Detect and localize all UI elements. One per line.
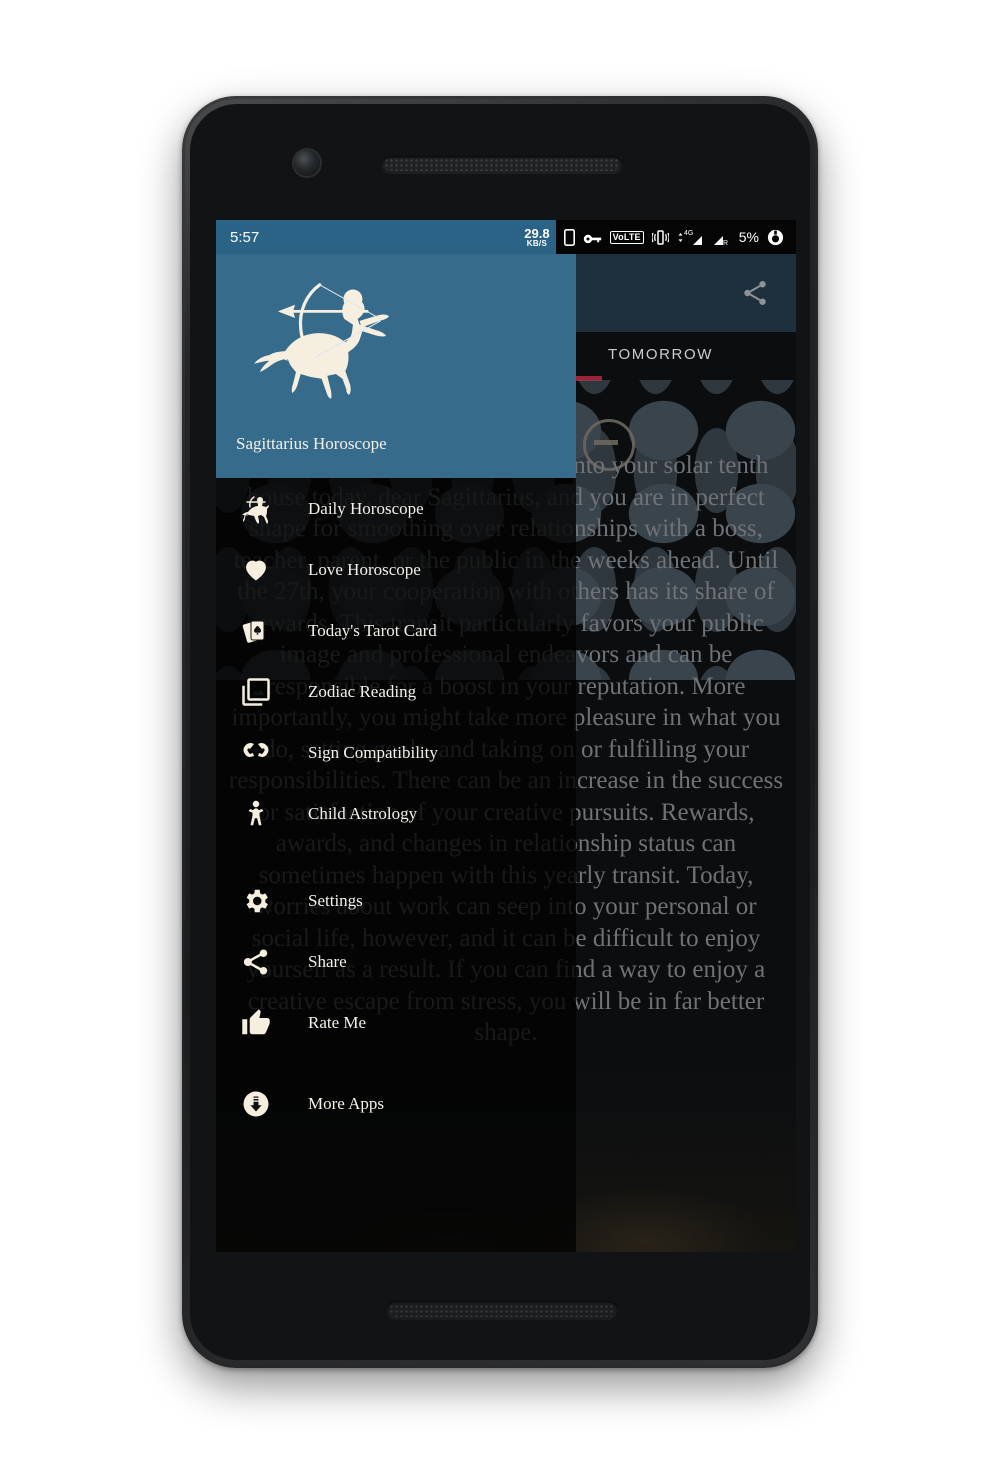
photo-library-icon — [236, 673, 276, 711]
volte-icon: VoLTE — [609, 230, 644, 244]
gear-icon — [236, 882, 276, 920]
drawer-item-daily-horoscope[interactable]: Daily Horoscope — [216, 478, 576, 539]
sagittarius-centaur-archer-icon — [238, 262, 428, 412]
signal-roaming-icon: R — [711, 229, 731, 246]
drawer-item-label: Today's Tarot Card — [308, 620, 437, 640]
drawer-item-love-horoscope[interactable]: Love Horoscope — [216, 539, 576, 600]
drawer-item-label: Love Horoscope — [308, 559, 421, 579]
menu-divider-gap — [216, 1053, 576, 1073]
drawer-item-settings[interactable]: Settings — [216, 870, 576, 931]
drawer-item-label: Daily Horoscope — [308, 498, 424, 518]
status-bar-right: 29.8 KB/S VoLTE 4G R 5% — [524, 220, 796, 254]
drawer-item-label: Share — [308, 951, 347, 971]
navigation-drawer: Sagittarius Horoscope Daily Horoscope Lo… — [216, 254, 576, 1252]
phone-device-frame: TOMORROW 03-October-2020. Venus moves in… — [182, 96, 818, 1368]
data-rate-unit: KB/S — [526, 238, 548, 248]
thumbs-up-icon — [236, 1004, 276, 1042]
vpn-key-icon — [583, 230, 602, 244]
download-circle-icon — [236, 1085, 276, 1123]
share-icon[interactable] — [740, 278, 770, 308]
bottom-speaker-grille — [386, 1301, 618, 1320]
drawer-item-rate-me[interactable]: Rate Me — [216, 992, 576, 1053]
status-bar-clock: 5:57 — [230, 228, 260, 246]
status-bar-left: 5:57 — [216, 220, 525, 254]
drawer-item-label: Settings — [308, 890, 363, 910]
roaming-label: R — [723, 240, 728, 246]
phone-bezel: TOMORROW 03-October-2020. Venus moves in… — [190, 104, 810, 1360]
drawer-item-zodiac-reading[interactable]: Zodiac Reading — [216, 661, 576, 722]
drawer-item-sign-compatibility[interactable]: Sign Compatibility — [216, 722, 576, 783]
drawer-menu: Daily Horoscope Love Horoscope Today's T… — [216, 478, 576, 1134]
earpiece-speaker — [382, 156, 622, 173]
svg-text:4G: 4G — [684, 230, 693, 237]
front-camera-icon — [294, 150, 320, 176]
battery-percent-label: 5% — [738, 229, 759, 245]
menu-divider-gap — [216, 844, 576, 870]
sim-card-icon — [563, 228, 575, 246]
sagittarius-archer-icon — [236, 490, 276, 528]
playing-cards-icon — [236, 612, 276, 650]
drawer-title: Sagittarius Horoscope — [236, 434, 387, 453]
tab-tomorrow[interactable]: TOMORROW — [608, 346, 713, 363]
phone-screen: TOMORROW 03-October-2020. Venus moves in… — [216, 220, 796, 1252]
drawer-header: Sagittarius Horoscope — [216, 254, 576, 478]
drawer-item-share[interactable]: Share — [216, 931, 576, 992]
drawer-item-label: Zodiac Reading — [308, 681, 417, 701]
battery-icon — [767, 229, 784, 246]
heart-icon — [236, 551, 276, 589]
drawer-item-todays-tarot-card[interactable]: Today's Tarot Card — [216, 600, 576, 661]
child-icon — [236, 795, 276, 833]
vibrate-icon — [651, 229, 669, 245]
drawer-item-label: More Apps — [308, 1093, 385, 1113]
drawer-item-label: Rate Me — [308, 1012, 367, 1032]
data-rate-indicator: 29.8 KB/S — [524, 220, 556, 254]
drawer-item-child-astrology[interactable]: Child Astrology — [216, 783, 576, 844]
drawer-item-more-apps[interactable]: More Apps — [216, 1073, 576, 1134]
drawer-item-label: Sign Compatibility — [308, 742, 438, 762]
4g-signal-icon: 4G — [677, 229, 703, 246]
status-bar: 5:57 29.8 KB/S VoLTE 4G R 5% — [216, 220, 796, 254]
share-icon — [236, 943, 276, 981]
drawer-item-label: Child Astrology — [308, 803, 418, 823]
data-rate-value: 29.8 — [524, 225, 550, 241]
two-faces-icon — [236, 734, 276, 772]
